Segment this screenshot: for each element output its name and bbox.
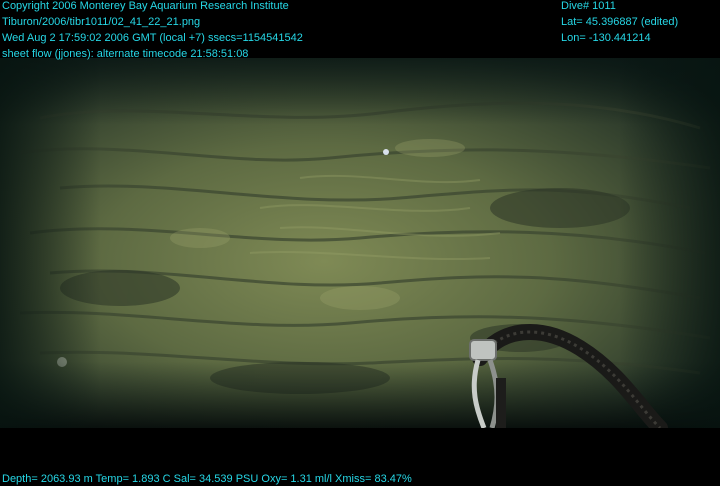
longitude-text: Lon= -130.441214 (561, 32, 651, 44)
seafloor-image (0, 58, 720, 428)
video-frame: Copyright 2006 Monterey Bay Aquarium Res… (0, 0, 720, 486)
copyright-text: Copyright 2006 Monterey Bay Aquarium Res… (2, 0, 289, 12)
sensor-readout: Depth= 2063.93 m Temp= 1.893 C Sal= 34.5… (2, 473, 412, 485)
top-right-overlay: Dive# 1011 Lat= 45.396887 (edited) Lon= … (561, 0, 678, 48)
image-path-text: Tiburon/2006/tibr1011/02_41_22_21.png (2, 16, 201, 28)
timestamp-text: Wed Aug 2 17:59:02 2006 GMT (local +7) s… (2, 32, 303, 44)
annotation-text: sheet flow (jjones): alternate timecode … (2, 48, 249, 60)
top-left-overlay: Copyright 2006 Monterey Bay Aquarium Res… (2, 0, 303, 64)
latitude-text: Lat= 45.396887 (edited) (561, 16, 679, 28)
dive-number-text: Dive# 1011 (561, 0, 616, 12)
